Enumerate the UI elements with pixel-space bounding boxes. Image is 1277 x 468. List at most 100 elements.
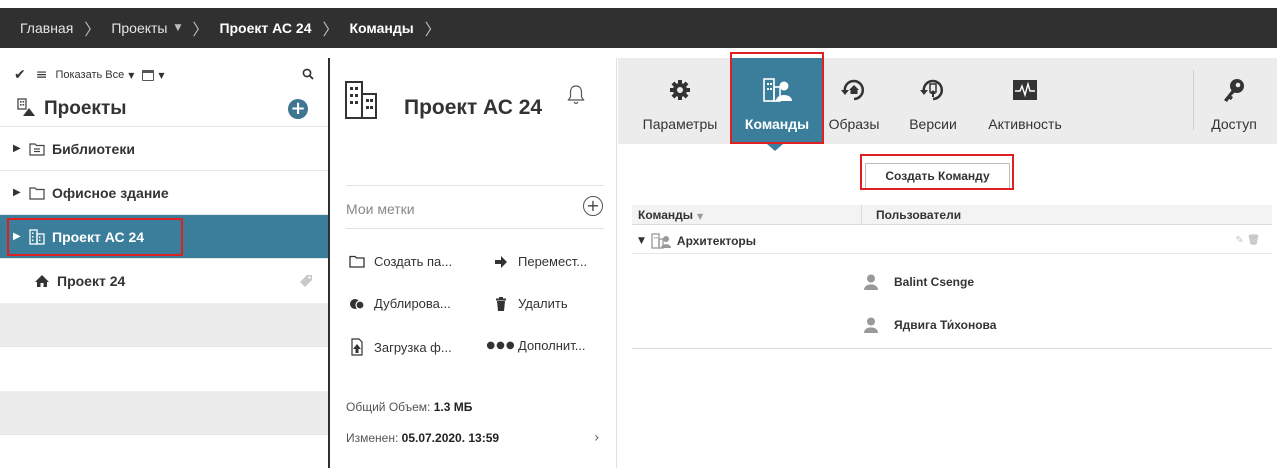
show-all-label: Показать Все <box>55 69 125 81</box>
projects-title: Проекты <box>44 98 127 119</box>
tag-icon[interactable] <box>298 273 314 292</box>
divider <box>346 228 604 229</box>
action-label: Загрузка ф... <box>374 339 452 355</box>
expand-arrow-icon[interactable]: ▶ <box>13 143 21 154</box>
tab-label: Версии <box>909 116 957 132</box>
sort-caret-icon: ▼ <box>697 212 704 221</box>
team-row-architects[interactable]: ▼ Архитекторы ✎ 🗑 <box>632 228 1272 254</box>
chevron-down-icon[interactable]: ▼ <box>175 23 182 33</box>
tree-item-office-building[interactable]: ▶ Офисное здание <box>0 170 328 214</box>
tab-divider <box>1193 70 1194 130</box>
user-name: Balint Csenge <box>894 275 975 289</box>
add-tag-button[interactable]: + <box>583 196 603 216</box>
folder-icon <box>29 186 45 200</box>
folder-icon <box>348 255 366 268</box>
tab-bar: Параметры Команды Образы Версии Активнос… <box>618 58 1277 144</box>
row-tools: ✎ 🗑 <box>1235 235 1260 246</box>
tab-access[interactable]: Доступ <box>1201 58 1267 144</box>
tab-versions[interactable]: Версии <box>900 58 966 144</box>
create-folder-action[interactable]: Создать па... <box>348 254 452 269</box>
total-size-value: 1.3 МБ <box>433 400 473 414</box>
top-bar: Главная 〉 Проекты ▼ 〉 Проект АС 24 〉 Кома… <box>0 0 1277 58</box>
team-name: Архитекторы <box>676 233 756 248</box>
trash-icon[interactable]: 🗑 <box>1247 235 1260 246</box>
expand-arrow-icon[interactable]: ▶ <box>13 187 21 198</box>
breadcrumb: Главная 〉 Проекты ▼ 〉 Проект АС 24 〉 Кома… <box>0 8 1277 48</box>
tree-item-project-ac24[interactable]: ▶ Проект АС 24 <box>0 214 328 258</box>
edit-icon[interactable]: ✎ <box>1235 235 1243 246</box>
user-name: Ядвига Ти́хонова <box>894 318 997 332</box>
user-icon <box>864 274 878 290</box>
tab-label: Активность <box>988 116 1062 132</box>
projects-header: Проекты + <box>0 92 328 126</box>
more-icon: ●●● <box>486 340 516 351</box>
tree-empty-row <box>0 346 328 390</box>
column-header-users: Пользователи <box>876 208 962 222</box>
column-header-teams[interactable]: Команды ▼ <box>638 208 703 222</box>
tree-item-label: Офисное здание <box>52 184 169 201</box>
breadcrumb-projects-label: Проекты <box>111 20 168 36</box>
table-bottom-border <box>632 348 1272 349</box>
tree-empty-row <box>0 302 328 346</box>
tab-label: Параметры <box>642 116 718 132</box>
collapse-arrow-icon[interactable]: ▼ <box>638 236 645 246</box>
search-icon[interactable] <box>302 67 314 83</box>
checkmark-icon[interactable]: ✔ <box>14 67 26 83</box>
breadcrumb-separator-icon: 〉 <box>192 20 209 39</box>
more-action[interactable]: ●●● Дополнит... <box>486 338 585 353</box>
chevron-down-icon[interactable]: ▼ <box>158 71 164 80</box>
selection-highlight <box>7 218 183 256</box>
add-project-button[interactable]: + <box>288 99 308 119</box>
chevron-down-icon: ▼ <box>128 71 135 80</box>
total-size: Общий Объем: 1.3 МБ <box>346 400 472 414</box>
snapshot-icon <box>841 70 867 110</box>
tree-item-project-24[interactable]: Проект 24 <box>0 258 328 302</box>
versions-icon <box>920 70 946 110</box>
active-tab-highlight <box>730 52 824 144</box>
tab-parameters[interactable]: Параметры <box>632 58 728 144</box>
project-title: Проект АС 24 <box>404 96 543 119</box>
breadcrumb-separator-icon: 〉 <box>84 20 101 39</box>
trash-icon <box>492 296 510 311</box>
modified-value: 05.07.2020. 13:59 <box>401 431 500 445</box>
upload-icon <box>348 338 366 356</box>
key-icon <box>1222 70 1246 110</box>
user-row[interactable]: Balint Csenge <box>864 274 974 290</box>
my-tags-label: Мои метки <box>346 201 415 217</box>
tree-item-libraries[interactable]: ▶ Библиотеки <box>0 126 328 170</box>
calendar-icon[interactable] <box>142 69 155 81</box>
user-icon <box>864 317 878 333</box>
gear-icon <box>669 70 691 110</box>
delete-action[interactable]: Удалить <box>492 296 568 311</box>
breadcrumb-separator-icon: 〉 <box>424 20 441 39</box>
divider <box>346 185 604 186</box>
list-icon[interactable]: ≡ <box>36 67 48 83</box>
library-folder-icon <box>29 142 45 156</box>
activity-icon <box>1012 70 1038 110</box>
bell-icon[interactable] <box>567 84 585 111</box>
show-all-filter[interactable]: Показать Все ▼ <box>55 69 134 81</box>
breadcrumb-separator-icon: 〉 <box>322 20 339 39</box>
duplicate-action[interactable]: Дублирова... <box>348 296 451 311</box>
project-detail-panel: Параметры Команды Образы Версии Активнос… <box>618 52 1277 468</box>
tree-item-label: Библиотеки <box>52 140 135 157</box>
user-row[interactable]: Ядвига Ти́хонова <box>864 317 996 333</box>
tree-toolbar: ✔ ≡ Показать Все ▼ ▼ <box>0 58 328 92</box>
move-action[interactable]: Перемест... <box>492 254 587 269</box>
tab-activity[interactable]: Активность <box>978 58 1072 144</box>
project-info-panel: Проект АС 24 Мои метки + Создать па... П… <box>330 58 617 468</box>
tree-empty-row <box>0 434 328 468</box>
breadcrumb-projects[interactable]: Проекты ▼ <box>111 20 181 36</box>
action-label: Дублирова... <box>374 296 451 311</box>
chevron-right-icon[interactable]: › <box>594 430 600 446</box>
arrow-right-icon <box>492 255 510 268</box>
tree-empty-row <box>0 390 328 434</box>
breadcrumb-home[interactable]: Главная <box>20 20 73 36</box>
breadcrumb-teams[interactable]: Команды <box>350 20 414 36</box>
breadcrumb-project[interactable]: Проект АС 24 <box>219 20 311 36</box>
tab-snapshots[interactable]: Образы <box>824 58 884 144</box>
action-label: Создать па... <box>374 254 453 269</box>
action-label: Перемест... <box>518 254 588 269</box>
action-label: Удалить <box>518 296 568 311</box>
upload-file-action[interactable]: Загрузка ф... <box>348 338 452 356</box>
